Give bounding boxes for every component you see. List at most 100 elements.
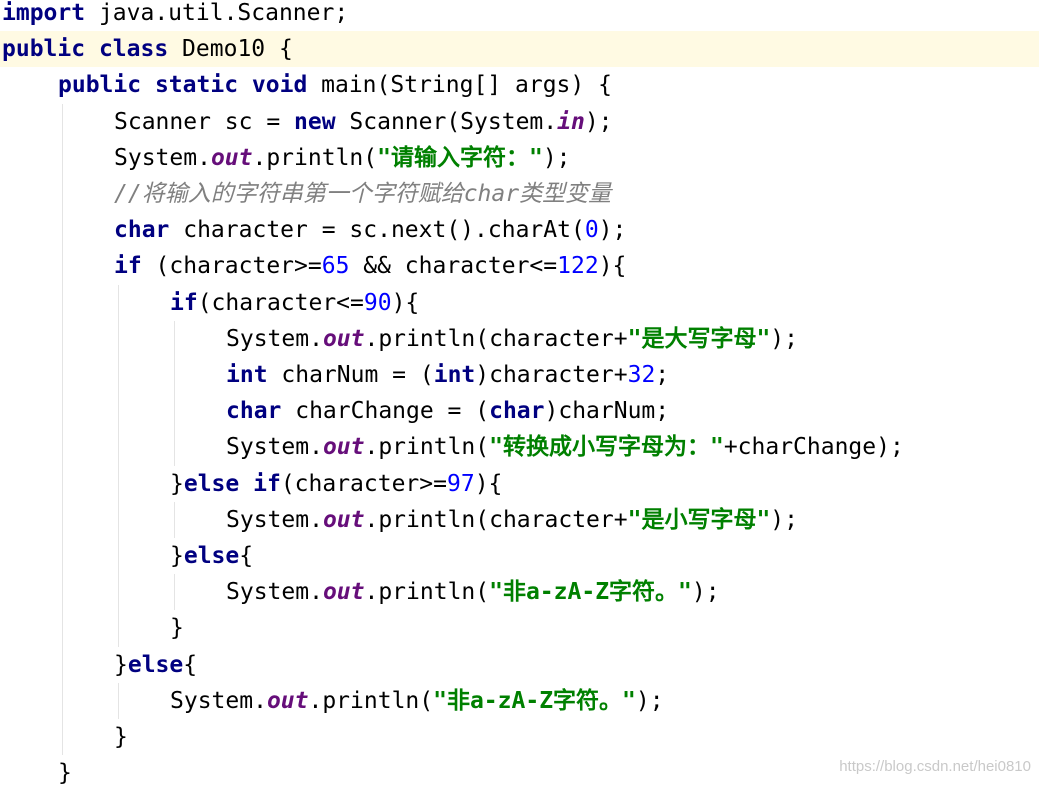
string-literal: "非a-zA-Z字符。" bbox=[489, 579, 692, 606]
code-token: ){ bbox=[391, 289, 420, 316]
code-line[interactable]: char character = sc.next().charAt(0); bbox=[0, 212, 1039, 248]
code-token: ){ bbox=[474, 470, 503, 497]
keyword-token: import bbox=[2, 0, 86, 26]
keyword-token: void bbox=[251, 72, 308, 99]
code-token: System. bbox=[226, 434, 323, 461]
keyword-token: else bbox=[183, 470, 240, 497]
code-token: (character>= bbox=[141, 253, 322, 280]
code-line[interactable]: Scanner sc = new Scanner(System.in); bbox=[0, 104, 1039, 140]
code-token: ; bbox=[655, 362, 670, 388]
keyword-token: static bbox=[154, 72, 239, 99]
static-field-token: out bbox=[210, 144, 253, 171]
code-token: ); bbox=[770, 506, 798, 533]
code-token: ); bbox=[598, 217, 627, 244]
code-line[interactable]: System.out.println("请输入字符："); bbox=[0, 140, 1039, 176]
keyword-token: char bbox=[114, 217, 170, 244]
code-editor[interactable]: import java.util.Scanner; public class De… bbox=[0, 0, 1039, 787]
code-token: ); bbox=[635, 687, 664, 714]
watermark: https://blog.csdn.net/hei0810 bbox=[839, 758, 1031, 775]
code-line[interactable]: System.out.println("转换成小写字母为："+charChang… bbox=[0, 429, 1039, 465]
code-line[interactable]: import java.util.Scanner; bbox=[0, 0, 1039, 31]
keyword-token: int bbox=[433, 362, 476, 388]
code-token: System. bbox=[226, 506, 323, 533]
keyword-token: new bbox=[294, 108, 336, 135]
code-line[interactable]: System.out.println(character+"是小写字母"); bbox=[0, 502, 1039, 538]
code-token: +charChange); bbox=[723, 434, 904, 461]
code-line-current[interactable]: public class Demo10 { bbox=[0, 31, 1039, 68]
code-token: { bbox=[183, 651, 198, 678]
code-line[interactable]: System.out.println("非a-zA-Z字符。"); bbox=[0, 574, 1039, 610]
code-line[interactable]: }else if(character>=97){ bbox=[0, 466, 1039, 502]
code-token: ); bbox=[770, 325, 798, 352]
code-token: )character+ bbox=[475, 362, 628, 388]
keyword-token: char bbox=[489, 398, 545, 425]
string-literal: "是大写字母" bbox=[627, 325, 771, 352]
code-token: .println( bbox=[308, 687, 434, 714]
code-line[interactable]: }else{ bbox=[0, 647, 1039, 683]
code-token: ){ bbox=[598, 253, 627, 280]
code-token: charNum = ( bbox=[267, 362, 434, 388]
code-token: (character<= bbox=[197, 289, 364, 316]
number-literal: 32 bbox=[627, 362, 656, 388]
code-token: System. bbox=[114, 144, 211, 171]
code-token: .println(character+ bbox=[364, 506, 628, 533]
code-line[interactable]: System.out.println("非a-zA-Z字符。"); bbox=[0, 683, 1039, 719]
code-token: System. bbox=[226, 325, 323, 352]
code-token: { bbox=[239, 543, 254, 569]
code-line[interactable]: if(character<=90){ bbox=[0, 285, 1039, 321]
indent-guide bbox=[174, 574, 175, 611]
number-literal: 0 bbox=[584, 217, 599, 244]
keyword-token: int bbox=[226, 362, 268, 388]
keyword-token: if bbox=[170, 289, 198, 316]
code-token: ); bbox=[584, 108, 613, 135]
static-field-token: in bbox=[557, 108, 585, 135]
code-line[interactable]: if (character>=65 && character<=122){ bbox=[0, 248, 1039, 284]
code-line[interactable]: } bbox=[0, 610, 1039, 646]
static-field-token: out bbox=[322, 325, 365, 352]
code-token: Demo10 { bbox=[168, 36, 293, 63]
code-token: (character>= bbox=[280, 470, 447, 497]
code-token: .println( bbox=[364, 434, 490, 461]
code-token: java.util.Scanner; bbox=[85, 0, 349, 26]
keyword-token: public bbox=[2, 36, 86, 63]
keyword-token: public bbox=[58, 72, 142, 99]
code-line[interactable]: System.out.println(character+"是大写字母"); bbox=[0, 321, 1039, 357]
code-line[interactable]: }else{ bbox=[0, 538, 1039, 574]
code-token: } bbox=[170, 543, 184, 569]
code-token: } bbox=[170, 615, 184, 642]
code-token: Scanner sc = bbox=[114, 108, 295, 135]
code-token: System. bbox=[170, 687, 267, 714]
code-line[interactable]: public static void main(String[] args) { bbox=[0, 67, 1039, 103]
code-line[interactable]: } bbox=[0, 719, 1039, 755]
string-literal: "请输入字符：" bbox=[377, 144, 543, 171]
static-field-token: out bbox=[322, 579, 365, 606]
code-token: } bbox=[58, 760, 72, 787]
indent-guide bbox=[174, 320, 175, 466]
code-line[interactable]: char charChange = (char)charNum; bbox=[0, 393, 1039, 429]
code-token: charChange = ( bbox=[281, 398, 490, 425]
code-token: } bbox=[114, 724, 128, 750]
string-literal: "非a-zA-Z字符。" bbox=[433, 687, 636, 714]
number-literal: 122 bbox=[557, 253, 599, 280]
indent-guide bbox=[62, 103, 63, 756]
string-literal: "转换成小写字母为：" bbox=[489, 434, 724, 461]
indent-guide bbox=[174, 501, 175, 538]
keyword-token: if bbox=[114, 253, 142, 280]
code-token: )charNum; bbox=[544, 398, 670, 425]
comment-text: //将输入的字符串第一个字符赋给char类型变量 bbox=[114, 181, 612, 207]
code-line[interactable]: int charNum = (int)character+32; bbox=[0, 357, 1039, 393]
code-token: character = sc.next().charAt( bbox=[169, 217, 585, 244]
code-token: Scanner(System. bbox=[335, 108, 558, 135]
code-token: System. bbox=[226, 579, 323, 606]
keyword-token: else bbox=[183, 543, 240, 569]
code-line[interactable]: //将输入的字符串第一个字符赋给char类型变量 bbox=[0, 176, 1039, 212]
static-field-token: out bbox=[266, 687, 309, 714]
code-token: } bbox=[114, 651, 128, 678]
code-token: && character<= bbox=[349, 253, 558, 280]
code-token: main(String[] args) { bbox=[307, 72, 612, 99]
keyword-token: char bbox=[226, 398, 282, 425]
number-literal: 65 bbox=[321, 253, 350, 280]
code-token: .println( bbox=[252, 144, 378, 171]
number-literal: 97 bbox=[446, 470, 475, 497]
